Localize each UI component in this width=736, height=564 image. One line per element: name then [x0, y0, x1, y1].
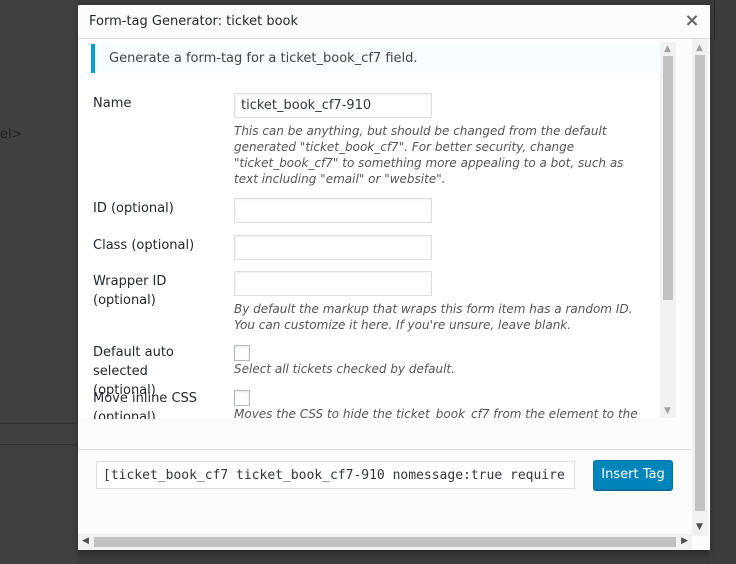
background-divider — [0, 444, 78, 445]
chevron-down-icon[interactable]: ▼ — [664, 406, 671, 416]
background-divider — [0, 423, 78, 424]
content-scrollbar[interactable]: ▲ ▼ — [660, 42, 676, 418]
dialog-horizontal-scrollbar[interactable]: ◀ ▶ — [78, 534, 692, 550]
class-input[interactable] — [234, 235, 432, 260]
default-auto-checkbox[interactable] — [234, 345, 250, 361]
dialog-title: Form-tag Generator: ticket book — [89, 14, 299, 29]
chevron-up-icon[interactable]: ▲ — [696, 43, 703, 53]
dialog-footer: Insert Tag — [78, 449, 692, 537]
wrapper-id-description: By default the markup that wraps this fo… — [234, 302, 633, 332]
move-inline-css-checkbox[interactable] — [234, 390, 250, 406]
insert-tag-button[interactable]: Insert Tag — [593, 460, 673, 490]
background-page: el> — [0, 0, 78, 564]
id-input[interactable] — [234, 198, 432, 223]
background-text: el> — [0, 127, 23, 142]
chevron-right-icon[interactable]: ▶ — [681, 536, 688, 546]
background-divider — [714, 0, 715, 40]
name-label: Name — [93, 96, 132, 111]
chevron-down-icon[interactable]: ▼ — [696, 522, 703, 532]
scrollbar-thumb[interactable] — [94, 537, 676, 547]
move-inline-css-label: Move inline CSS (optional) — [93, 391, 198, 419]
notice-text: Generate a form-tag for a ticket_book_cf… — [109, 51, 418, 66]
dialog-scrollbar[interactable]: ▲ ▼ — [692, 39, 708, 536]
dialog-titlebar: Form-tag Generator: ticket book × — [78, 5, 710, 39]
chevron-up-icon[interactable]: ▲ — [664, 44, 671, 54]
id-label: ID (optional) — [93, 201, 174, 216]
info-notice: Generate a form-tag for a ticket_book_cf… — [91, 44, 665, 73]
wrapper-id-input[interactable] — [234, 271, 432, 296]
scrollbar-thumb[interactable] — [695, 55, 705, 511]
default-auto-description: Select all tickets checked by default. — [234, 362, 455, 376]
name-input[interactable] — [234, 93, 432, 118]
scrollbar-thumb[interactable] — [663, 56, 673, 300]
name-description: This can be anything, but should be chan… — [234, 124, 624, 186]
class-label: Class (optional) — [93, 238, 195, 253]
background-page-right — [710, 0, 736, 564]
chevron-left-icon[interactable]: ◀ — [82, 536, 89, 546]
generated-tag-field[interactable] — [96, 461, 575, 489]
form-tag-generator-dialog: Form-tag Generator: ticket book × Genera… — [78, 5, 710, 550]
move-inline-css-description: Moves the CSS to hide the ticket_book_cf… — [234, 407, 638, 419]
wrapper-id-label: Wrapper ID (optional) — [93, 274, 167, 308]
dialog-content-panel: Generate a form-tag for a ticket_book_cf… — [78, 39, 676, 419]
close-icon[interactable]: × — [682, 11, 702, 31]
